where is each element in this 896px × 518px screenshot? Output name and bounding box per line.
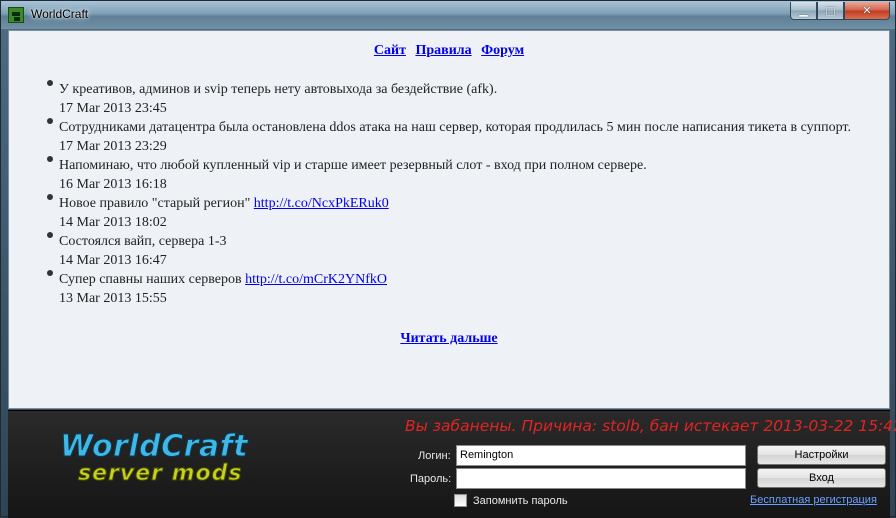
remember-label[interactable]: Запомнить пароль — [473, 495, 568, 507]
news-item: Напоминаю, что любой купленный vip и ста… — [47, 156, 877, 194]
register-link[interactable]: Бесплатная регистрация — [750, 494, 877, 506]
title-bar[interactable]: WorldCraft ▁ □ ✕ — [1, 1, 895, 29]
launcher-window: WorldCraft ▁ □ ✕ Сайт Правила Форум У кр… — [0, 0, 896, 518]
enter-button[interactable]: Вход — [757, 468, 886, 488]
news-list: У креативов, админов и svip теперь нету … — [47, 80, 877, 308]
news-text: Сотрудниками датацентра была остановлена… — [59, 120, 851, 135]
login-label: Логин: — [418, 450, 451, 462]
bullet-icon — [47, 156, 53, 162]
bullet-icon — [47, 232, 53, 238]
login-input[interactable]: Remington — [456, 445, 746, 466]
logo-title: WorldCraft — [59, 429, 249, 465]
top-nav: Сайт Правила Форум — [9, 43, 889, 59]
close-button[interactable]: ✕ — [844, 2, 890, 20]
news-panel: Сайт Правила Форум У креативов, админов … — [8, 30, 890, 409]
news-date: 14 Mar 2013 16:47 — [59, 253, 167, 268]
news-text: Новое правило "старый регион" — [59, 196, 254, 211]
close-icon: ✕ — [862, 4, 872, 17]
news-item: Состоялся вайп, сервера 1-3 14 Mar 2013 … — [47, 232, 877, 270]
news-item: У креативов, админов и svip теперь нету … — [47, 80, 877, 118]
remember-checkbox[interactable] — [454, 494, 467, 507]
maximize-button[interactable]: □ — [817, 2, 844, 20]
news-date: 17 Mar 2013 23:45 — [59, 101, 167, 116]
news-text: Состоялся вайп, сервера 1-3 — [59, 234, 227, 249]
nav-link-forum[interactable]: Форум — [481, 43, 524, 58]
nav-link-site[interactable]: Сайт — [374, 43, 406, 58]
bullet-icon — [47, 270, 53, 276]
login-panel: WorldCraft server mods Вы забанены. Прич… — [8, 410, 896, 518]
read-more-link[interactable]: Читать дальше — [400, 331, 497, 346]
logo-subtitle: server mods — [78, 461, 243, 487]
news-text: Супер спавны наших серверов — [59, 272, 246, 287]
password-label: Пароль: — [410, 473, 452, 485]
bullet-icon — [47, 194, 53, 200]
read-more: Читать дальше — [9, 331, 889, 347]
window-title: WorldCraft — [31, 7, 89, 21]
news-date: 13 Mar 2013 15:55 — [59, 291, 167, 306]
settings-button[interactable]: Настройки — [757, 445, 886, 465]
news-item: Новое правило "старый регион" http://t.c… — [47, 194, 877, 232]
news-item: Сотрудниками датацентра была остановлена… — [47, 118, 877, 156]
news-date: 17 Mar 2013 23:29 — [59, 139, 167, 154]
news-text: У креативов, админов и svip теперь нету … — [59, 82, 498, 97]
news-link[interactable]: http://t.co/mCrK2YNfkO — [245, 272, 387, 287]
news-date: 16 Mar 2013 16:18 — [59, 177, 167, 192]
news-link[interactable]: http://t.co/NcxPkERuk0 — [254, 196, 389, 211]
maximize-icon: □ — [825, 4, 836, 17]
nav-link-rules[interactable]: Правила — [415, 43, 471, 58]
news-item: Супер спавны наших серверов http://t.co/… — [47, 270, 877, 308]
minimize-button[interactable]: ▁ — [790, 2, 817, 20]
bullet-icon — [47, 80, 53, 86]
minimize-icon: ▁ — [799, 4, 808, 17]
ban-message: Вы забанены. Причина: stolb, бан истекае… — [405, 417, 896, 435]
news-text: Напоминаю, что любой купленный vip и ста… — [59, 158, 647, 173]
creeper-app-icon — [8, 7, 24, 23]
password-input[interactable] — [456, 468, 746, 489]
bullet-icon — [47, 118, 53, 124]
news-date: 14 Mar 2013 18:02 — [59, 215, 167, 230]
worldcraft-logo: WorldCraft server mods — [59, 429, 270, 489]
